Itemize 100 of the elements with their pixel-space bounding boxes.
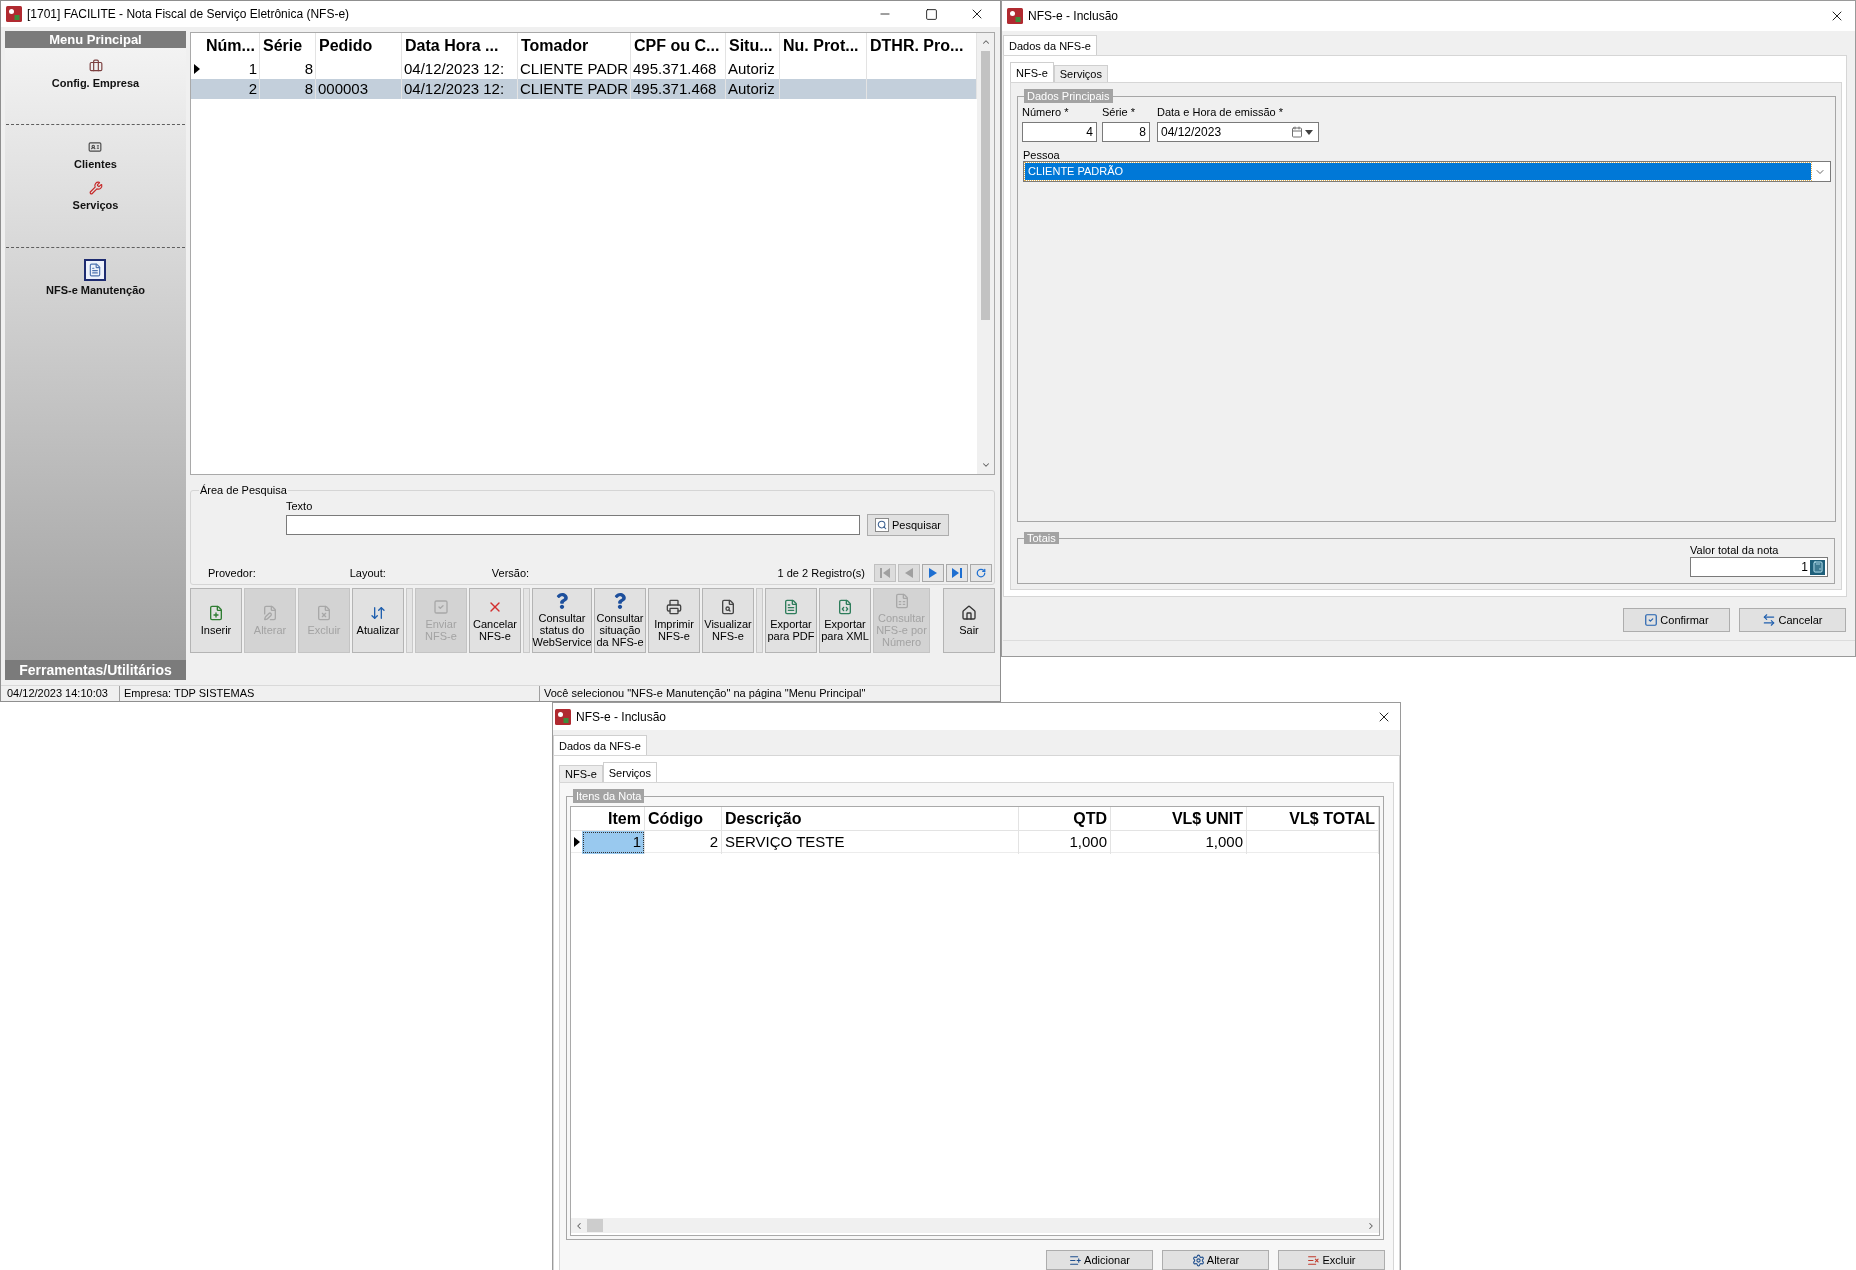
scroll-right-icon[interactable] bbox=[1366, 1220, 1376, 1231]
record-count: 1 de 2 Registro(s) bbox=[777, 566, 865, 580]
toolbar-separator bbox=[406, 588, 413, 653]
toolbar-button[interactable]: Atualizar bbox=[352, 588, 404, 653]
total-value-field[interactable]: 1 bbox=[1690, 557, 1828, 577]
sidebar-item[interactable]: Config. Empresa bbox=[51, 58, 140, 90]
previous-icon bbox=[904, 568, 914, 578]
sidebar-header[interactable]: Menu Principal bbox=[5, 31, 186, 48]
calculator-icon bbox=[1810, 559, 1825, 575]
column-header[interactable]: Código bbox=[645, 807, 722, 831]
scroll-up-icon[interactable] bbox=[980, 37, 991, 47]
table-cell: Autoriz bbox=[726, 79, 780, 99]
group-title: Totais bbox=[1024, 532, 1059, 544]
status-datetime: 04/12/2023 14:10:03 bbox=[7, 687, 108, 699]
tab[interactable]: Serviços bbox=[602, 762, 657, 782]
scrollbar-thumb[interactable] bbox=[981, 51, 990, 320]
search-icon bbox=[875, 518, 890, 532]
series-field[interactable]: 8 bbox=[1102, 122, 1150, 142]
dialog-button[interactable]: Adicionar bbox=[1046, 1250, 1153, 1270]
tab[interactable]: NFS-e bbox=[1010, 62, 1054, 82]
toolbar-button[interactable]: Cancelar NFS-e bbox=[469, 588, 521, 653]
first-page-icon bbox=[880, 568, 890, 578]
file-search-icon bbox=[720, 599, 736, 615]
window-title: [1701] FACILITE - Nota Fiscal de Serviço Eletrônica (NFS-e) bbox=[27, 6, 350, 22]
tab[interactable]: Serviços bbox=[1053, 65, 1108, 82]
nav-button[interactable] bbox=[970, 564, 992, 582]
table-cell: 495.371.468 bbox=[631, 79, 726, 99]
field-label: Valor total da nota bbox=[1690, 544, 1779, 556]
search-button[interactable]: Pesquisar bbox=[867, 514, 949, 536]
toolbar-button[interactable]: Sair bbox=[943, 588, 995, 653]
column-header[interactable]: QTD bbox=[1019, 807, 1111, 831]
question-mark-icon bbox=[554, 593, 570, 609]
field-label: Série * bbox=[1102, 105, 1136, 119]
group-title: Área de Pesquisa bbox=[199, 483, 288, 497]
sidebar-header[interactable]: Ferramentas/Utilitários bbox=[5, 660, 186, 680]
scroll-left-icon[interactable] bbox=[574, 1220, 584, 1231]
horizontal-scrollbar[interactable] bbox=[571, 1218, 1379, 1233]
group-title: Itens da Nota bbox=[573, 789, 645, 803]
maximize-icon bbox=[924, 7, 938, 21]
field-label: Layout: bbox=[349, 566, 386, 580]
table-row[interactable]: 1 8 04/12/2023 12: CLIENTE PADR 495.371.468 Autoriz bbox=[191, 59, 977, 79]
column-header[interactable]: Descrição bbox=[722, 807, 1019, 831]
toolbar-button[interactable]: Exportar para XML bbox=[819, 588, 871, 653]
dialog-button[interactable]: Alterar bbox=[1162, 1250, 1269, 1270]
nav-button[interactable] bbox=[922, 564, 944, 582]
toolbar-button[interactable]: Imprimir NFS-e bbox=[648, 588, 700, 653]
toolbar-button[interactable]: Inserir bbox=[190, 588, 242, 653]
table-cell: 1,000 bbox=[1111, 831, 1247, 854]
field-label: Provedor: bbox=[208, 566, 256, 580]
table-cell: 2 bbox=[203, 79, 260, 99]
sidebar-item[interactable]: Clientes bbox=[74, 139, 117, 171]
swap-arrows-icon bbox=[1762, 613, 1777, 627]
tab[interactable]: NFS-e bbox=[559, 765, 603, 782]
toolbar-button[interactable]: Visualizar NFS-e bbox=[702, 588, 754, 653]
tab[interactable]: Dados da NFS-e bbox=[1003, 35, 1097, 55]
field-label: Texto bbox=[286, 499, 313, 513]
date-field[interactable]: 04/12/2023 bbox=[1157, 122, 1319, 142]
table-cell: 000003 bbox=[316, 79, 402, 99]
refresh-icon bbox=[976, 568, 986, 578]
nav-button[interactable] bbox=[946, 564, 968, 582]
table-cell: 1,000 bbox=[1019, 831, 1111, 854]
toolbar-separator bbox=[756, 588, 763, 653]
document-icon bbox=[783, 599, 799, 615]
home-icon bbox=[961, 605, 977, 621]
group-title: Dados Principais bbox=[1024, 89, 1113, 103]
window-title: NFS-e - Inclusão bbox=[1028, 8, 1119, 24]
checkbox-icon bbox=[433, 599, 449, 615]
dialog-button[interactable]: Excluir bbox=[1278, 1250, 1385, 1270]
dialog-button[interactable]: Cancelar bbox=[1739, 608, 1846, 632]
vertical-scrollbar[interactable] bbox=[977, 33, 994, 474]
spreadsheet-file-icon bbox=[893, 593, 910, 609]
toolbar-button[interactable]: Exportar para PDF bbox=[765, 588, 817, 653]
column-header[interactable]: VL$ TOTAL bbox=[1247, 807, 1379, 831]
combo-box[interactable]: CLIENTE PADRÃO bbox=[1023, 161, 1831, 182]
dialog-button[interactable]: Confirmar bbox=[1623, 608, 1730, 632]
toolbar-button[interactable]: Consultar situação da NFS-e bbox=[594, 588, 646, 653]
checkbox-icon bbox=[1644, 613, 1659, 627]
table-cell: 2 bbox=[645, 831, 722, 854]
caret-icon bbox=[1305, 129, 1313, 135]
table-cell: 8 bbox=[260, 79, 316, 99]
column-header[interactable]: VL$ UNIT bbox=[1111, 807, 1247, 831]
next-icon bbox=[928, 568, 938, 578]
calendar-icon bbox=[1291, 126, 1303, 138]
toolbar-button[interactable]: Consultar status do WebService bbox=[532, 588, 592, 653]
number-field[interactable]: 4 bbox=[1022, 122, 1097, 142]
tab[interactable]: Dados da NFS-e bbox=[553, 735, 647, 755]
question-mark-icon bbox=[612, 593, 628, 609]
app-logo-icon bbox=[1007, 8, 1023, 24]
scroll-down-icon[interactable] bbox=[980, 460, 991, 470]
table-cell: 1 bbox=[582, 831, 645, 854]
field-label: Versão: bbox=[491, 566, 530, 580]
field-label: Pessoa bbox=[1023, 149, 1060, 161]
table-row[interactable]: 2 8 000003 04/12/2023 12: CLIENTE PADR 495.371.468 Autoriz bbox=[191, 79, 977, 99]
list-plus-icon bbox=[1069, 1253, 1083, 1267]
search-field[interactable] bbox=[286, 515, 860, 535]
up-down-arrows-icon bbox=[370, 605, 386, 621]
file-plus-icon bbox=[208, 605, 224, 621]
scrollbar-thumb[interactable] bbox=[587, 1219, 603, 1232]
sidebar-item[interactable]: Serviços bbox=[72, 180, 119, 212]
sidebar-item[interactable]: NFS-e Manutenção bbox=[46, 259, 145, 297]
